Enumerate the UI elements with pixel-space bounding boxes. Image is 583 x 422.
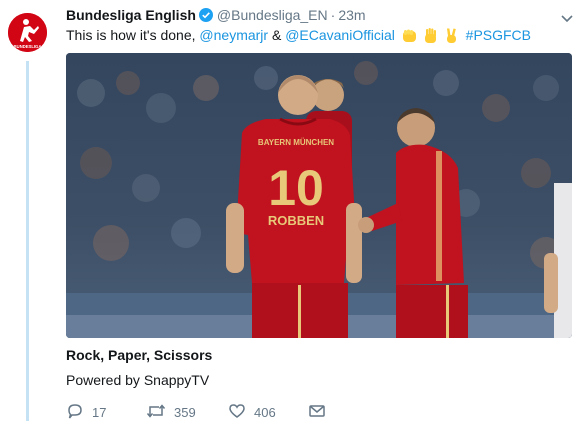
reply-count: 17 xyxy=(92,404,107,420)
heart-icon xyxy=(228,402,246,422)
action-bar: 17 359 406 xyxy=(66,400,486,422)
ampersand-text: & xyxy=(271,27,282,43)
video-thumbnail[interactable]: BAYERN MÜNCHEN 10 ROBBEN xyxy=(66,53,572,338)
victory-hand-emoji-icon xyxy=(443,27,460,44)
chevron-down-icon[interactable] xyxy=(561,10,573,28)
tweet-prefix: This is how it's done, xyxy=(66,27,196,43)
author-name[interactable]: Bundesliga English xyxy=(66,7,196,23)
card-title[interactable]: Rock, Paper, Scissors xyxy=(66,347,212,363)
direct-message-button[interactable] xyxy=(308,400,326,422)
card-subtitle: Powered by SnappyTV xyxy=(66,372,210,388)
reply-icon xyxy=(66,402,84,422)
separator-dot: · xyxy=(330,7,336,23)
retweet-count: 359 xyxy=(174,404,196,420)
thread-line xyxy=(26,61,29,421)
reply-button[interactable]: 17 xyxy=(66,400,106,422)
raised-hand-emoji-icon xyxy=(422,27,439,44)
envelope-icon xyxy=(308,402,326,422)
fist-emoji-icon xyxy=(401,27,418,44)
jersey-name-text: ROBBEN xyxy=(268,213,324,228)
jersey-brand-text: BAYERN MÜNCHEN xyxy=(258,138,334,147)
mention-link[interactable]: @neymarjr xyxy=(199,27,268,43)
hashtag-link[interactable]: #PSGFCB xyxy=(466,27,531,43)
mention-link[interactable]: @ECavaniOfficial xyxy=(285,27,395,43)
retweet-button[interactable]: 359 xyxy=(146,400,196,422)
avatar[interactable]: BUNDESLIGA xyxy=(8,13,47,52)
jersey-number-text: 10 xyxy=(268,160,324,216)
retweet-icon xyxy=(146,402,166,422)
timestamp[interactable]: 23m xyxy=(338,7,365,23)
like-count: 406 xyxy=(254,404,276,420)
verified-icon xyxy=(198,8,213,22)
like-button[interactable]: 406 xyxy=(228,400,276,422)
author-handle[interactable]: @Bundesliga_EN xyxy=(217,7,328,23)
tweet-header: Bundesliga English @Bundesliga_EN · 23m xyxy=(66,5,366,25)
tweet-text: This is how it's done, @neymarjr & @ECav… xyxy=(66,25,531,45)
avatar-label: BUNDESLIGA xyxy=(14,44,42,49)
